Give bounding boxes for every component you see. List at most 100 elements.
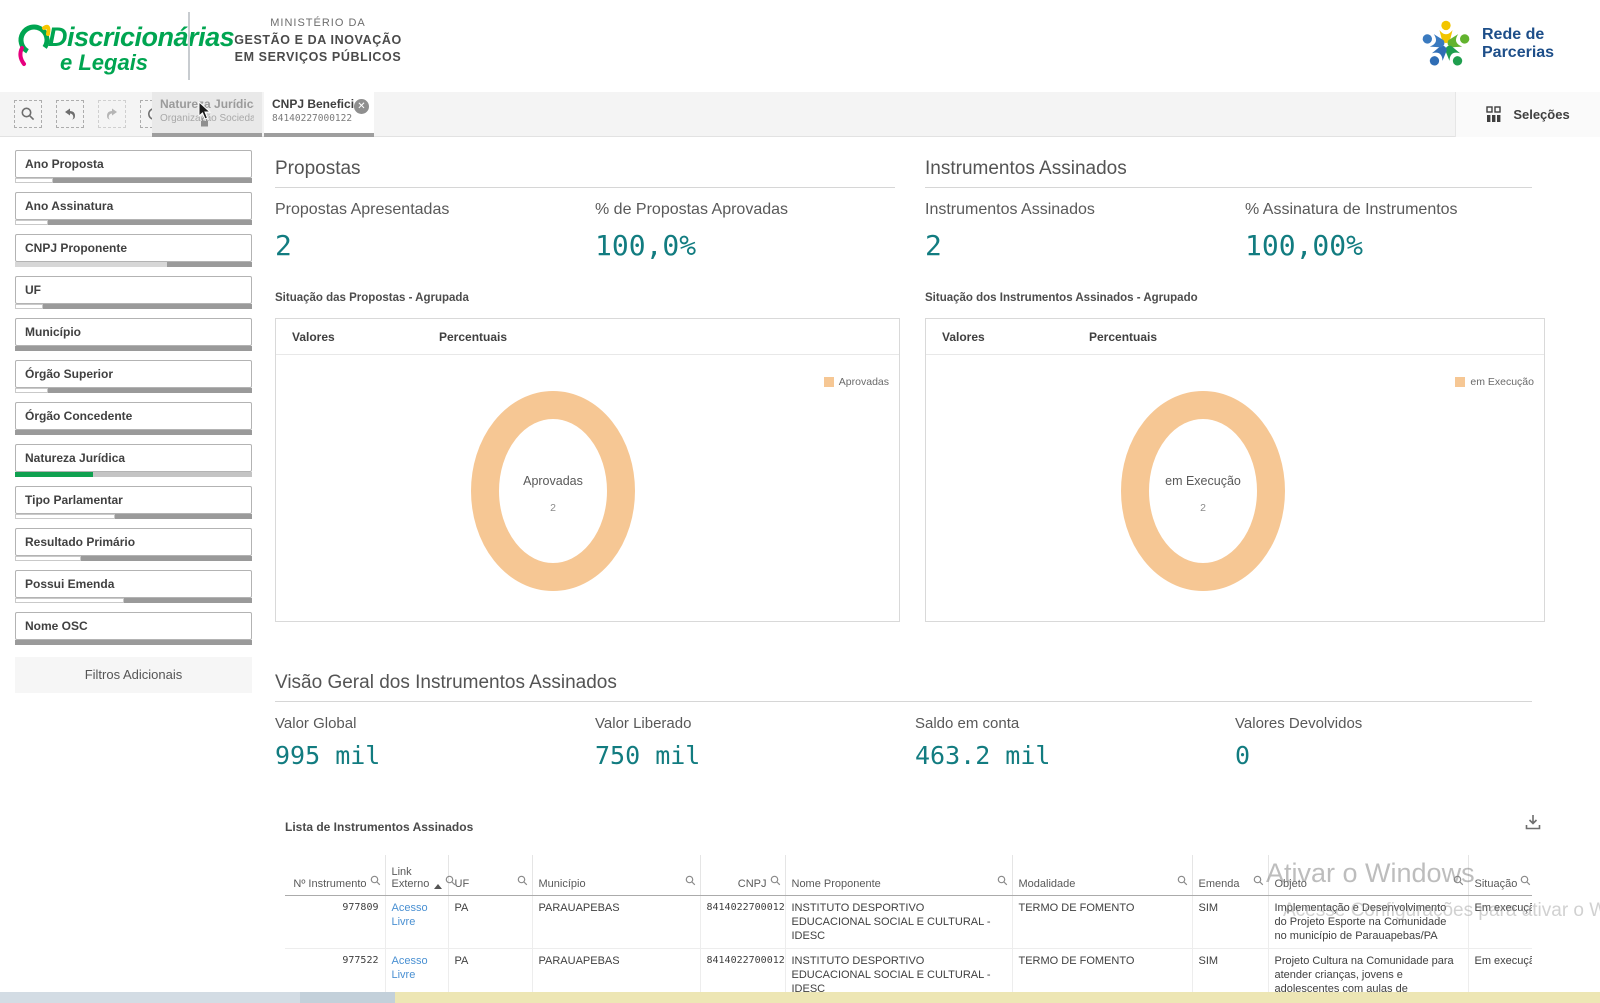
column-search-icon[interactable] <box>770 875 781 889</box>
selections-tool-icon <box>1486 106 1503 123</box>
filter-item-resultado-prim-rio[interactable]: Resultado Primário <box>15 528 252 561</box>
instrumentos-donut-panel[interactable]: Valores Percentuais em Execução em Execu… <box>925 318 1545 622</box>
column-header-situacao[interactable]: Situação <box>1468 855 1532 895</box>
tab-percentuais[interactable]: Percentuais <box>1089 330 1157 344</box>
column-label: Nº Instrumento <box>291 878 367 890</box>
undo-selection-icon[interactable] <box>56 100 84 128</box>
column-header-municipio[interactable]: Município <box>532 855 700 895</box>
donut-center-label: em Execução <box>1083 474 1323 488</box>
app-header: Discricionárias e Legais MINISTÉRIO DA G… <box>0 0 1600 92</box>
column-label: Município <box>539 878 682 890</box>
column-label: Link Externo <box>392 866 430 890</box>
external-link[interactable]: Acesso Livre <box>392 902 428 928</box>
kpi-valor-global: Valor Global 995 mil <box>275 715 595 770</box>
kpi-valores-devolvidos: Valores Devolvidos 0 <box>1235 715 1555 770</box>
filter-item-munic-pio[interactable]: Município <box>15 318 252 351</box>
column-search-icon[interactable] <box>997 875 1008 889</box>
selection-chip-1[interactable]: CNPJ Benefici... 84140227000122✕ <box>264 92 374 137</box>
column-search-icon[interactable] <box>685 875 696 889</box>
column-header-uf[interactable]: UF <box>448 855 532 895</box>
column-label: Emenda <box>1199 878 1250 890</box>
filter-item--rg-o-concedente[interactable]: Órgão Concedente <box>15 402 252 435</box>
filter-item-natureza-jur-dica[interactable]: Natureza Jurídica <box>15 444 252 477</box>
close-icon[interactable]: ✕ <box>354 99 369 114</box>
download-icon[interactable] <box>1524 813 1542 836</box>
kpi-label: Valor Global <box>275 715 595 732</box>
propostas-chart-title: Situação das Propostas - Agrupada <box>275 292 469 304</box>
kpi-label: Saldo em conta <box>915 715 1235 732</box>
column-search-icon[interactable] <box>1520 875 1531 889</box>
filter-item-cnpj-proponente[interactable]: CNPJ Proponente <box>15 234 252 267</box>
bottom-strip <box>0 992 1600 1003</box>
propostas-donut-panel[interactable]: Valores Percentuais Aprovadas Aprovadas … <box>275 318 900 622</box>
selections-button[interactable]: Seleções <box>1455 92 1600 137</box>
kpi-value: 2 <box>275 229 595 262</box>
chip-state-bar <box>264 133 374 137</box>
column-header-modalidade[interactable]: Modalidade <box>1012 855 1192 895</box>
chip-title: CNPJ Benefici... <box>272 97 366 111</box>
donut-center-label: Aprovadas <box>433 474 673 488</box>
column-header-cnpj[interactable]: CNPJ <box>700 855 785 895</box>
filter-item-uf[interactable]: UF <box>15 276 252 309</box>
kpi--de-propostas-aprovadas: % de Propostas Aprovadas 100,0% <box>595 201 915 262</box>
search-icon[interactable] <box>14 100 42 128</box>
cell-cnpj: 84140227000122 <box>700 948 785 993</box>
sort-ascending-icon <box>434 884 442 889</box>
cell-nome: INSTITUTO DESPORTIVO EDUCACIONAL SOCIAL … <box>785 948 1012 993</box>
column-header-emenda[interactable]: Emenda <box>1192 855 1268 895</box>
cell-modalidade: TERMO DE FOMENTO <box>1012 948 1192 993</box>
column-label: UF <box>455 878 514 890</box>
kpi-valor-liberado: Valor Liberado 750 mil <box>595 715 915 770</box>
cell-uf: PA <box>448 895 532 948</box>
cell-situacao: Em execução <box>1468 948 1532 993</box>
column-header-numero[interactable]: Nº Instrumento <box>285 855 385 895</box>
filter-item-nome-osc[interactable]: Nome OSC <box>15 612 252 645</box>
visao-geral-rule <box>275 701 1532 702</box>
app-logo: Discricionárias e Legais <box>14 14 214 80</box>
donut-center-value: 2 <box>1083 502 1323 514</box>
filter-item-ano-proposta[interactable]: Ano Proposta <box>15 150 252 183</box>
selection-chips: Natureza Jurídica Organização Socieda...… <box>152 92 376 137</box>
cell-modalidade: TERMO DE FOMENTO <box>1012 895 1192 948</box>
donut-chart[interactable] <box>433 381 673 601</box>
filter-item-ano-assinatura[interactable]: Ano Assinatura <box>15 192 252 225</box>
redo-selection-icon[interactable] <box>98 100 126 128</box>
table-row[interactable]: 977522Acesso LivrePAPARAUAPEBAS841402270… <box>285 948 1532 993</box>
column-search-icon[interactable] <box>1177 875 1188 889</box>
brand-text-2: Parcerias <box>1482 44 1586 62</box>
legend-swatch <box>824 377 834 387</box>
header-divider <box>188 12 190 80</box>
kpi-value: 100,0% <box>595 229 915 262</box>
external-link[interactable]: Acesso Livre <box>392 955 428 981</box>
tab-valores[interactable]: Valores <box>292 330 335 344</box>
filter-label: Município <box>15 318 252 346</box>
selections-toolbar: Natureza Jurídica Organização Socieda...… <box>0 92 1600 137</box>
filter-state-bar <box>15 304 252 309</box>
filter-state-bar <box>15 220 252 225</box>
filter-item-possui-emenda[interactable]: Possui Emenda <box>15 570 252 603</box>
cell-link[interactable]: Acesso Livre <box>385 895 448 948</box>
brand-text-1: Rede de <box>1482 26 1586 44</box>
column-search-icon[interactable] <box>1253 875 1264 889</box>
filter-label: UF <box>15 276 252 304</box>
column-header-link[interactable]: Link Externo <box>385 855 448 895</box>
filter-label: Ano Proposta <box>15 150 252 178</box>
additional-filters-button[interactable]: Filtros Adicionais <box>15 657 252 693</box>
cell-emenda: SIM <box>1192 948 1268 993</box>
filter-state-bar <box>15 640 252 645</box>
ministry-line-1: MINISTÉRIO DA <box>208 17 428 29</box>
filter-item--rg-o-superior[interactable]: Órgão Superior <box>15 360 252 393</box>
chart-legend: em Execução <box>1455 376 1534 388</box>
cell-link[interactable]: Acesso Livre <box>385 948 448 993</box>
donut-chart[interactable] <box>1083 381 1323 601</box>
tab-percentuais[interactable]: Percentuais <box>439 330 507 344</box>
filter-state-bar <box>15 430 252 435</box>
column-label: Modalidade <box>1019 878 1174 890</box>
tab-valores[interactable]: Valores <box>942 330 985 344</box>
kpi-value: 750 mil <box>595 741 915 770</box>
filter-item-tipo-parlamentar[interactable]: Tipo Parlamentar <box>15 486 252 519</box>
column-search-icon[interactable] <box>370 875 381 889</box>
column-header-nome[interactable]: Nome Proponente <box>785 855 1012 895</box>
kpi--assinatura-de-instrumentos: % Assinatura de Instrumentos 100,00% <box>1245 201 1565 262</box>
column-search-icon[interactable] <box>517 875 528 889</box>
